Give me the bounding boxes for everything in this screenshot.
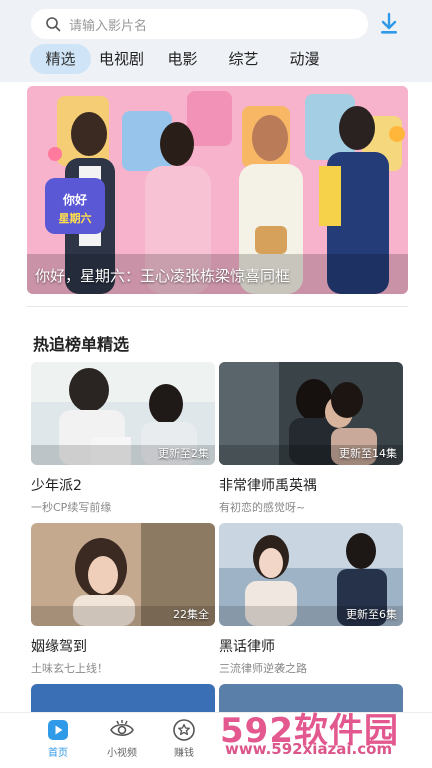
- banner-image: 你好 星期六: [27, 86, 408, 294]
- banner-caption: 你好，星期六：王心凌张栋梁惊喜同框: [35, 267, 291, 285]
- video-card[interactable]: 22集全 姻缘驾到 土味玄七上线！: [31, 523, 215, 676]
- search-icon: [46, 17, 61, 32]
- watermark-url: www.592xiazai.com: [225, 740, 393, 758]
- episode-badge: 22集全: [173, 608, 209, 621]
- video-thumbnail: 更新至2集: [31, 362, 215, 465]
- download-icon[interactable]: [378, 12, 400, 36]
- tab-movies[interactable]: 电影: [152, 44, 213, 74]
- video-title: 少年派2: [31, 478, 82, 494]
- home-play-icon: [48, 720, 68, 740]
- episode-badge: 更新至2集: [158, 447, 209, 460]
- search-placeholder: 请输入影片名: [69, 18, 148, 34]
- top-bar: 请输入影片名 精选 电视剧 电影 综艺 动漫: [0, 0, 432, 82]
- tab-variety[interactable]: 综艺: [213, 44, 274, 74]
- svg-text:星期六: 星期六: [59, 211, 92, 225]
- episode-badge: 更新至14集: [339, 447, 397, 460]
- tab-tv-series[interactable]: 电视剧: [91, 44, 152, 74]
- video-title: 黑话律师: [219, 639, 275, 655]
- video-card[interactable]: 更新至6集 黑话律师 三流律师逆袭之路: [219, 523, 403, 676]
- nav-label: 赚钱: [174, 748, 194, 759]
- section-divider: [27, 306, 408, 307]
- video-subtitle: 三流律师逆袭之路: [219, 662, 307, 675]
- tab-anime[interactable]: 动漫: [274, 44, 335, 74]
- video-subtitle: 一秒CP续写前缘: [31, 501, 112, 514]
- video-card[interactable]: 更新至2集 少年派2 一秒CP续写前缘: [31, 362, 215, 515]
- video-title: 姻缘驾到: [31, 639, 87, 655]
- video-thumbnail-partial[interactable]: [31, 684, 215, 712]
- tab-featured[interactable]: 精选: [30, 44, 91, 74]
- featured-banner[interactable]: 你好 星期六 你好，星期六：王心凌张栋梁惊喜同框: [27, 86, 408, 294]
- nav-earn[interactable]: 赚钱: [160, 717, 208, 759]
- video-title: 非常律师禹英禑: [219, 478, 317, 494]
- search-input[interactable]: 请输入影片名: [31, 9, 368, 39]
- eye-icon: [110, 720, 134, 737]
- episode-badge: 更新至6集: [346, 608, 397, 621]
- svg-text:你好: 你好: [62, 192, 87, 207]
- video-thumbnail: 22集全: [31, 523, 215, 626]
- nav-short-video[interactable]: 小视频: [98, 717, 146, 759]
- category-tabs: 精选 电视剧 电影 综艺 动漫: [30, 44, 335, 76]
- section-title: 热追榜单精选: [33, 335, 130, 354]
- nav-label: 首页: [48, 748, 68, 759]
- video-card[interactable]: 更新至14集 非常律师禹英禑 有初恋的感觉呀~: [219, 362, 403, 515]
- video-thumbnail: 更新至14集: [219, 362, 403, 465]
- star-badge-icon: [173, 719, 195, 741]
- nav-label: 小视频: [107, 748, 137, 759]
- video-subtitle: 有初恋的感觉呀~: [219, 501, 306, 514]
- video-thumbnail: 更新至6集: [219, 523, 403, 626]
- video-subtitle: 土味玄七上线！: [31, 662, 108, 675]
- nav-home[interactable]: 首页: [34, 717, 82, 759]
